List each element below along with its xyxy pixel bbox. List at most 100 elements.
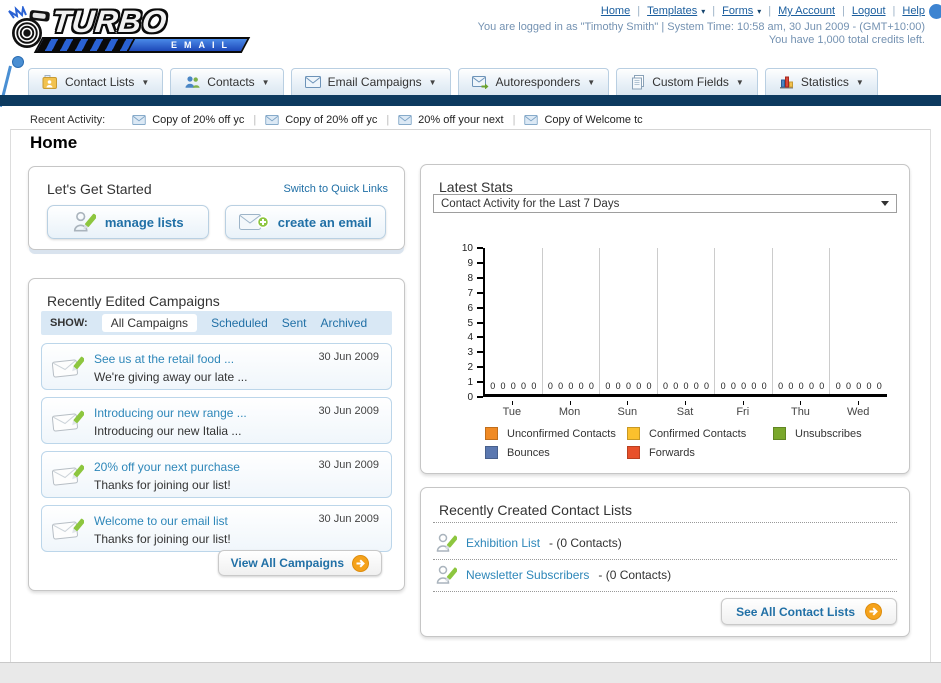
top-link-home[interactable]: Home	[601, 5, 630, 17]
y-tick-label: 2	[467, 362, 473, 374]
login-status-text: You are logged in as "Timothy Smith" | S…	[477, 21, 925, 33]
view-all-campaigns-button[interactable]: View All Campaigns	[217, 550, 382, 576]
campaign-title-link[interactable]: Introducing our new range ...	[94, 406, 247, 420]
see-all-contact-lists-label: See All Contact Lists	[736, 604, 855, 619]
top-link-my-account[interactable]: My Account	[778, 5, 835, 17]
chart-x-axis: Tue Mon Sun Sat Fri Thu Wed	[483, 400, 887, 418]
arrow-circle-icon	[352, 554, 369, 572]
contact-list-link[interactable]: Newsletter Subscribers	[466, 568, 589, 582]
get-started-panel: Let's Get Started Switch to Quick Links …	[28, 166, 405, 250]
legend-label: Bounces	[507, 446, 550, 459]
contact-list-count: - (0 Contacts)	[549, 536, 622, 550]
recently-created-contact-lists-panel: Recently Created Contact Lists Exhibitio…	[420, 487, 910, 637]
y-tick-label: 3	[467, 347, 473, 359]
filter-all-campaigns[interactable]: All Campaigns	[101, 314, 198, 332]
legend-item: Forwards	[627, 446, 773, 459]
campaign-title-link[interactable]: 20% off your next purchase	[94, 460, 240, 474]
person-pencil-icon	[73, 211, 96, 232]
value-labels: 00000	[720, 381, 767, 391]
y-tick-label: 0	[467, 392, 473, 403]
chart-legend: Unconfirmed Contacts Confirmed Contacts Un…	[485, 427, 862, 459]
recent-activity-item[interactable]: Copy of 20% off yc	[123, 114, 253, 126]
campaign-title-link[interactable]: See us at the retail food ...	[94, 352, 234, 366]
filter-archived[interactable]: Archived	[320, 316, 367, 330]
campaign-filter-bar: SHOW: All Campaigns Scheduled Sent Archi…	[41, 311, 392, 335]
campaign-row[interactable]: See us at the retail food ... We're givi…	[41, 343, 392, 390]
campaign-row[interactable]: 20% off your next purchase Thanks for jo…	[41, 451, 392, 498]
separator: |	[842, 5, 845, 17]
contact-list-link[interactable]: Exhibition List	[466, 536, 540, 550]
top-link-help[interactable]: Help	[902, 5, 925, 17]
chevron-down-icon: ▼	[587, 77, 596, 87]
recent-activity-item[interactable]: Copy of 20% off yc	[256, 114, 386, 126]
latest-stats-panel: Latest Stats Contact Activity for the La…	[420, 164, 910, 474]
legend-item: Unconfirmed Contacts	[485, 427, 627, 440]
tab-email-campaigns[interactable]: Email Campaigns ▼	[290, 68, 451, 95]
navy-divider-bar	[0, 95, 941, 106]
tab-contacts[interactable]: Contacts ▼	[170, 68, 284, 95]
envelope-pencil-icon	[52, 410, 84, 432]
recent-activity-bar: Recent Activity: Copy of 20% off yc | Co…	[30, 110, 652, 130]
y-tick-label: 7	[467, 287, 473, 299]
person-pencil-icon	[436, 565, 457, 584]
campaign-subtitle: We're giving away our late ...	[94, 369, 248, 384]
contact-list-item[interactable]: Newsletter Subscribers - (0 Contacts)	[435, 561, 671, 589]
contact-activity-chart: 10 9 8 7 6 5 4 3 2 1 0 000000000000000000000000000…	[433, 243, 899, 426]
legend-item: Unsubscribes	[773, 427, 862, 440]
top-link-templates[interactable]: Templates	[647, 5, 697, 17]
dotted-divider	[433, 559, 897, 560]
switch-quick-links-link[interactable]: Switch to Quick Links	[283, 183, 388, 195]
tab-custom-fields[interactable]: Custom Fields ▼	[616, 68, 758, 95]
filter-scheduled[interactable]: Scheduled	[211, 316, 268, 330]
separator: |	[637, 5, 641, 17]
manage-lists-button[interactable]: manage lists	[47, 205, 209, 239]
legend-swatch	[485, 427, 498, 440]
tab-label: Custom Fields	[652, 75, 729, 89]
top-link-forms[interactable]: Forms	[722, 5, 753, 17]
activity-text: Copy of 20% off yc	[152, 114, 245, 126]
activity-text: 20% off your next	[418, 114, 504, 126]
tab-statistics[interactable]: Statistics ▼	[764, 68, 878, 95]
y-tick-label: 4	[467, 332, 473, 344]
tab-contact-lists[interactable]: Contact Lists ▼	[28, 68, 164, 95]
person-pencil-icon	[436, 533, 457, 552]
see-all-contact-lists-button[interactable]: See All Contact Lists	[721, 598, 897, 625]
top-link-logout[interactable]: Logout	[852, 5, 886, 17]
main-nav-tabs: Contact Lists ▼ Contacts ▼ Email Campaig…	[28, 68, 878, 95]
campaign-title-link[interactable]: Welcome to our email list	[94, 514, 228, 528]
envelope-icon	[304, 76, 321, 88]
get-started-buttons: manage lists create an email	[47, 205, 386, 239]
x-tick-label: Sat	[656, 400, 714, 418]
recently-edited-campaigns-panel: Recently Edited Campaigns SHOW: All Camp…	[28, 278, 405, 591]
create-email-button[interactable]: create an email	[224, 205, 386, 239]
tab-autoresponders[interactable]: Autoresponders ▼	[457, 68, 610, 95]
filter-sent[interactable]: Sent	[282, 316, 307, 330]
value-labels: 00000	[835, 381, 882, 391]
campaign-row[interactable]: Introducing our new range ... Introducin…	[41, 397, 392, 444]
app-logo: TURBO EMAIL	[8, 4, 258, 62]
campaign-subtitle: Thanks for joining our list!	[94, 477, 231, 492]
content-border-right	[930, 129, 931, 662]
y-tick-label: 5	[467, 317, 473, 329]
campaign-row[interactable]: Welcome to our email list Thanks for joi…	[41, 505, 392, 552]
get-started-title: Let's Get Started	[47, 181, 152, 197]
recent-activity-item[interactable]: 20% off your next	[389, 114, 512, 126]
content-border-left	[10, 129, 11, 662]
show-label: SHOW:	[50, 317, 88, 329]
chart-day-group: 00000	[600, 248, 658, 394]
chart-day-group: 00000	[543, 248, 601, 394]
contact-list-item[interactable]: Exhibition List - (0 Contacts)	[435, 529, 622, 557]
corner-dot-decoration	[929, 4, 941, 19]
recent-activity-item[interactable]: Copy of Welcome tc	[515, 114, 651, 126]
separator: |	[768, 5, 772, 17]
chevron-down-icon: ▼	[261, 77, 270, 87]
chart-day-group: 00000	[658, 248, 716, 394]
tab-label: Contacts	[207, 75, 255, 89]
campaign-date: 30 Jun 2009	[318, 459, 379, 471]
stats-dropdown[interactable]: Contact Activity for the Last 7 Days	[433, 194, 897, 213]
legend-item: Bounces	[485, 446, 627, 459]
value-labels: 00000	[778, 381, 825, 391]
envelope-icon	[265, 115, 279, 125]
legend-label: Forwards	[649, 446, 695, 459]
x-tick-label: Sun	[598, 400, 656, 418]
